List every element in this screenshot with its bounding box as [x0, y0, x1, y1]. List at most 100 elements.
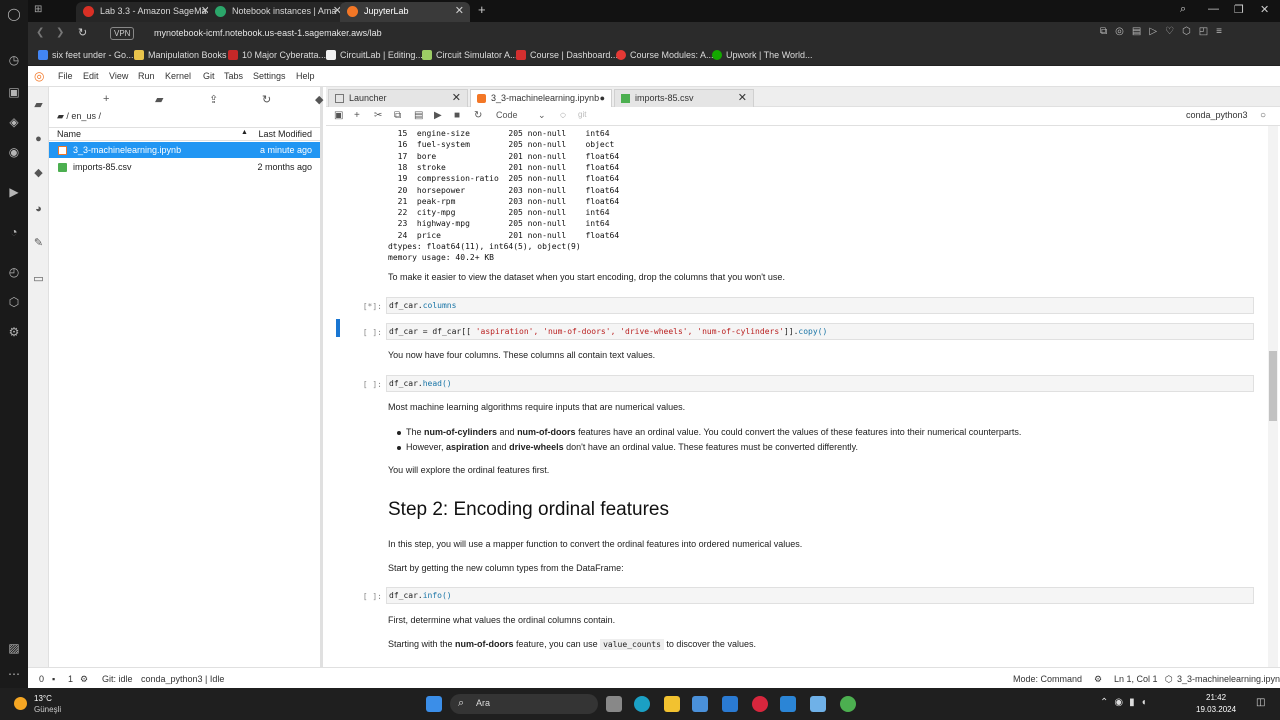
- clock-time[interactable]: 21:42: [1206, 693, 1226, 702]
- git-icon[interactable]: ◆: [32, 167, 45, 180]
- git-clone-icon[interactable]: ◆: [315, 93, 323, 106]
- maximize-icon[interactable]: ❐: [1234, 3, 1244, 16]
- code-cell[interactable]: df_car.info(): [386, 587, 1254, 604]
- menu-run[interactable]: Run: [138, 71, 155, 81]
- task-view-icon[interactable]: [606, 696, 622, 712]
- windows-start-icon[interactable]: [426, 696, 442, 712]
- store-icon[interactable]: [692, 696, 708, 712]
- menu-tabs[interactable]: Tabs: [224, 71, 243, 81]
- close-icon[interactable]: ✕: [738, 90, 747, 107]
- forward-icon[interactable]: ❯: [56, 27, 64, 38]
- history-icon[interactable]: ◔: [6, 224, 22, 240]
- bag-icon[interactable]: ▣: [6, 84, 22, 100]
- back-icon[interactable]: ❮: [36, 27, 44, 38]
- vertical-scrollbar[interactable]: [1268, 126, 1278, 667]
- whatsapp-icon[interactable]: ◉: [6, 144, 22, 160]
- search-tabs-icon[interactable]: ⌕: [1180, 3, 1186, 16]
- address-actions-icons[interactable]: ⧉◎▤▷♡⬡◰≡: [1100, 26, 1230, 37]
- cell-type-select[interactable]: Code ⌄: [496, 110, 546, 121]
- menu-settings[interactable]: Settings: [253, 71, 286, 81]
- column-modified-header[interactable]: Last Modified: [258, 129, 312, 139]
- insert-cell-icon[interactable]: +: [354, 110, 360, 121]
- cursor-position[interactable]: Ln 1, Col 1: [1114, 674, 1158, 684]
- kernel-status[interactable]: conda_python3 | Idle: [141, 674, 224, 684]
- paste-icon[interactable]: ▤: [414, 110, 423, 121]
- opera-taskbar-icon[interactable]: [752, 696, 768, 712]
- running-icon[interactable]: ●: [32, 133, 45, 146]
- close-icon[interactable]: ✕: [452, 90, 461, 107]
- folder-icon[interactable]: ▰: [32, 99, 45, 112]
- extensions-icon[interactable]: ⬡: [6, 294, 22, 310]
- clock-date[interactable]: 19.03.2024: [1196, 705, 1236, 714]
- save-icon[interactable]: ▣: [334, 110, 343, 121]
- refresh-icon[interactable]: ↻: [262, 93, 271, 106]
- stop-icon[interactable]: ■: [454, 110, 460, 121]
- upload-icon[interactable]: ⇪: [209, 93, 218, 106]
- file-row-notebook[interactable]: 3_3-machinelearning.ipynb a minute ago: [49, 142, 320, 158]
- bookmark-item[interactable]: CircuitLab | Editing...: [326, 49, 423, 62]
- terminals-count[interactable]: 0: [39, 674, 44, 684]
- breadcrumb[interactable]: ▰ / en_us /: [57, 111, 101, 122]
- new-launcher-icon[interactable]: +: [103, 93, 109, 105]
- notepad-icon[interactable]: [810, 696, 826, 712]
- vscode-icon[interactable]: [780, 696, 796, 712]
- search-box[interactable]: ⌕ Ara: [450, 694, 598, 714]
- menu-help[interactable]: Help: [296, 71, 315, 81]
- sort-caret-icon[interactable]: ▲: [241, 129, 248, 136]
- unsaved-dot-icon[interactable]: ●: [600, 90, 605, 107]
- palette-icon[interactable]: ◕: [32, 203, 45, 216]
- chrome-icon[interactable]: [840, 696, 856, 712]
- settings-icon[interactable]: ⚙: [6, 324, 22, 340]
- bookmark-item[interactable]: 10 Major Cyberatta...: [228, 49, 326, 62]
- tab-launcher[interactable]: Launcher ✕: [328, 89, 468, 107]
- bookmark-item[interactable]: Course | Dashboard...: [516, 49, 618, 62]
- tray-icons[interactable]: ⌃◉▮◖: [1100, 697, 1153, 708]
- browser-tab-jupyterlab[interactable]: JupyterLab ✕: [340, 2, 470, 22]
- browser-tab-notebook-instances[interactable]: Notebook instances | Ama ✕: [208, 2, 348, 22]
- bookmark-item[interactable]: Course Modules: A...: [616, 49, 714, 62]
- column-name-header[interactable]: Name: [57, 129, 81, 139]
- tabs-menu-icon[interactable]: ⊞: [34, 4, 42, 15]
- menu-file[interactable]: File: [58, 71, 73, 81]
- menu-kernel[interactable]: Kernel: [165, 71, 191, 81]
- file-row-csv[interactable]: imports-85.csv 2 months ago: [49, 159, 320, 175]
- reload-icon[interactable]: ↻: [78, 26, 87, 39]
- more-icon[interactable]: ⋯: [6, 666, 22, 682]
- kernel-name[interactable]: conda_python3: [1186, 110, 1248, 120]
- git-status[interactable]: Git: idle: [102, 674, 133, 684]
- close-window-icon[interactable]: ✕: [1260, 3, 1269, 16]
- browser-tab-sagemaker[interactable]: Lab 3.3 - Amazon SageMa ✕: [76, 2, 216, 22]
- mode-indicator[interactable]: Mode: Command: [1013, 674, 1082, 684]
- code-cell[interactable]: df_car = df_car[[ 'aspiration', 'num-of-…: [386, 323, 1254, 340]
- bookmark-item[interactable]: six feet under - Go...: [38, 49, 134, 62]
- file-explorer-icon[interactable]: [664, 696, 680, 712]
- vpn-badge[interactable]: VPN: [110, 27, 135, 40]
- edge-icon[interactable]: [634, 696, 650, 712]
- messenger-icon[interactable]: ◈: [6, 114, 22, 130]
- mail-icon[interactable]: [722, 696, 738, 712]
- tabs-icon[interactable]: ▭: [32, 273, 45, 286]
- speed-dial-icon[interactable]: ◷: [6, 52, 22, 68]
- tab-notebook[interactable]: 3_3-machinelearning.ipynb ●: [470, 89, 612, 107]
- notification-icon[interactable]: ◫: [1256, 697, 1265, 708]
- image-icon[interactable]: ▨: [6, 640, 22, 656]
- bookmark-item[interactable]: Manipulation Books: [134, 49, 227, 62]
- player-icon[interactable]: ▶: [6, 184, 22, 200]
- close-tab-icon[interactable]: ✕: [455, 2, 464, 20]
- cut-icon[interactable]: ✂: [374, 110, 382, 121]
- weather-icon[interactable]: [14, 697, 27, 710]
- minimize-icon[interactable]: —: [1208, 3, 1219, 15]
- clock-icon[interactable]: ◴: [6, 264, 22, 280]
- new-tab-icon[interactable]: +: [478, 2, 486, 17]
- bookmark-item[interactable]: Upwork | The World...: [712, 49, 813, 62]
- kernels-count[interactable]: 1: [68, 674, 73, 684]
- run-icon[interactable]: ▶: [434, 110, 442, 121]
- code-cell[interactable]: df_car.head(): [386, 375, 1254, 392]
- wrench-icon[interactable]: ✎: [32, 237, 45, 250]
- code-cell[interactable]: df_car.columns: [386, 297, 1254, 314]
- copy-icon[interactable]: ⧉: [394, 110, 401, 121]
- scrollbar-thumb[interactable]: [1269, 351, 1277, 421]
- opera-logo-icon[interactable]: ◯: [6, 6, 22, 22]
- tab-csv[interactable]: imports-85.csv ✕: [614, 89, 754, 107]
- menu-view[interactable]: View: [109, 71, 128, 81]
